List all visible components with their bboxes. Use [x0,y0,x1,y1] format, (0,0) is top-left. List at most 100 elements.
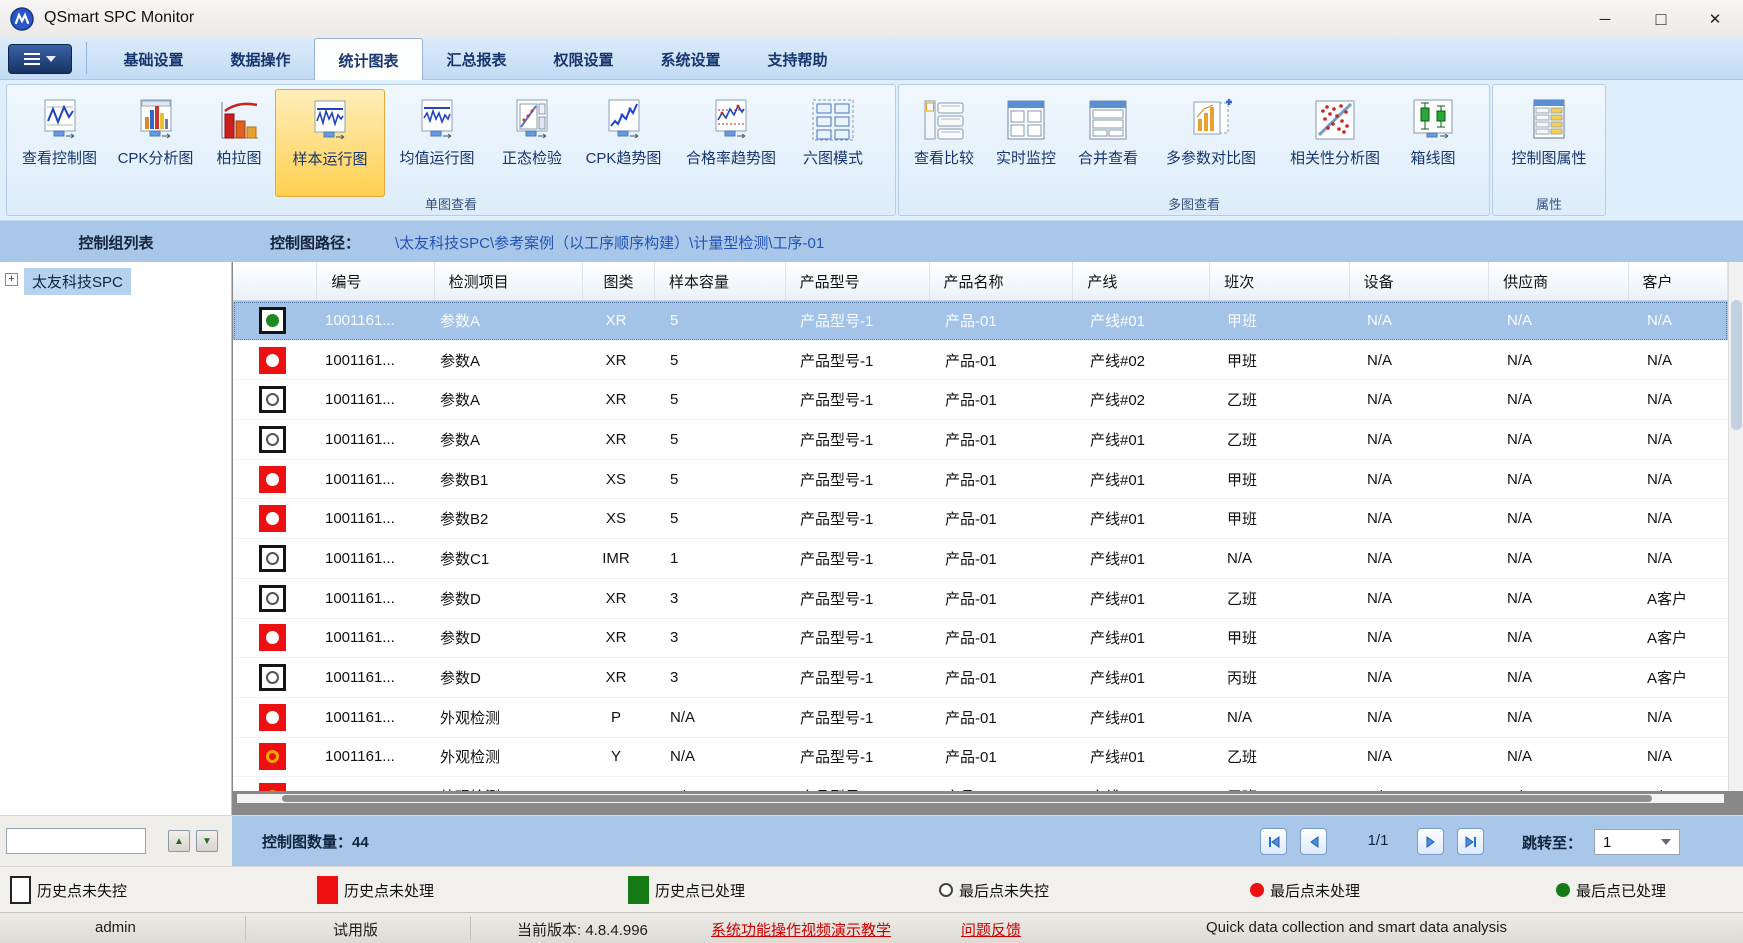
legend-item: 历史点未失控 [10,867,127,913]
column-header-1[interactable] [233,262,317,300]
tree-search-input[interactable] [6,828,146,854]
column-header-4[interactable]: 图类 [583,262,655,300]
status-dot [266,433,279,446]
column-header-9[interactable]: 班次 [1210,262,1349,300]
tree-item-root[interactable]: 太友科技SPC [24,268,131,295]
cpk-trend-icon [601,95,647,145]
tab-5[interactable]: 权限设置 [530,38,637,80]
tool-1-3[interactable]: 柏拉图 [203,89,275,195]
tool-2-2[interactable]: 实时监控 [985,89,1067,195]
tool-label: 柏拉图 [216,147,261,168]
column-header-7[interactable]: 产品名称 [930,262,1074,300]
table-row[interactable]: 1001161...外观检测PN/A产品型号-1产品-01产线#01N/AN/A… [233,698,1728,738]
legend-item: 最后点未失控 [939,867,1049,913]
tab-7[interactable]: 支持帮助 [744,38,851,80]
tab-2[interactable]: 数据操作 [207,38,314,80]
column-header-8[interactable]: 产线 [1073,262,1210,300]
window-title: QSmart SPC Monitor [44,9,194,27]
column-header-6[interactable]: 产品型号 [786,262,930,300]
column-header-3[interactable]: 检测项目 [435,262,583,300]
move-down-button[interactable]: ▼ [196,830,218,852]
close-button[interactable]: ✕ [1687,0,1743,38]
vertical-scrollbar-thumb[interactable] [1731,300,1742,430]
column-header-2[interactable]: 编号 [317,262,434,300]
horizontal-scrollbar-thumb[interactable] [282,795,1652,802]
cell-no: 1001161... [311,431,426,448]
status-white-hollow-icon [259,426,286,453]
tab-4[interactable]: 汇总报表 [423,38,530,80]
cell-line: 产线#01 [1076,548,1213,569]
cell-customer: N/A [1633,510,1728,527]
last-page-button[interactable] [1457,828,1484,855]
app-menu-button[interactable] [8,44,72,74]
next-page-button[interactable] [1417,828,1444,855]
status-white-hollow-icon [259,386,286,413]
cell-customer: N/A [1633,312,1728,329]
table-row[interactable]: 1001161...参数DXR3产品型号-1产品-01产线#01丙班N/AN/A… [233,658,1728,698]
table-row[interactable]: 1001161...参数C1IMR1产品型号-1产品-01产线#01N/AN/A… [233,539,1728,579]
table-row[interactable]: 1001161...参数AXR5产品型号-1产品-01产线#01乙班N/AN/A… [233,420,1728,460]
tool-label: 合并查看 [1078,147,1138,168]
tool-2-6[interactable]: 箱线图 [1397,89,1469,195]
tool-label: 均值运行图 [399,147,474,168]
table-row[interactable]: 1001161外观检测YN/A产品型号-1产品-01产线#01甲班N/AN/AN… [233,777,1728,791]
cell-supplier: N/A [1493,431,1633,448]
first-page-button[interactable] [1260,828,1287,855]
table-row[interactable]: 1001161...参数AXR5产品型号-1产品-01产线#02乙班N/AN/A… [233,380,1728,420]
horizontal-scrollbar[interactable] [237,794,1724,803]
cell-item: 外观检测 [426,707,576,728]
tool-1-5[interactable]: 均值运行图 [385,89,489,195]
table-header-row: 编号检测项目图类样本容量产品型号产品名称产线班次设备供应商客户 [233,262,1728,301]
maximize-button[interactable]: □ [1633,0,1689,38]
tool-2-4[interactable]: 多参数对比图 [1149,89,1273,195]
column-header-12[interactable]: 客户 [1629,262,1728,300]
tool-label: 查看比较 [914,147,974,168]
minimize-button[interactable]: ─ [1577,0,1633,38]
prev-page-button[interactable] [1300,828,1327,855]
table-row[interactable]: 1001161...参数DXR3产品型号-1产品-01产线#01甲班N/AN/A… [233,619,1728,659]
tool-1-7[interactable]: CPK趋势图 [575,89,672,195]
tool-1-6[interactable]: 正态检验 [489,89,575,195]
cell-line: 产线#02 [1076,389,1213,410]
tool-1-1[interactable]: 查看控制图 [11,89,108,195]
tool-1-9[interactable]: 六图模式 [790,89,876,195]
table-row[interactable]: 1001161...参数DXR3产品型号-1产品-01产线#01乙班N/AN/A… [233,579,1728,619]
cell-customer: N/A [1633,431,1728,448]
first-page-icon [1267,835,1281,849]
cell-size: N/A [656,709,786,726]
video-tutorial-link[interactable]: 系统功能操作视频演示教学 [711,919,891,940]
tool-label: 箱线图 [1410,147,1455,168]
jump-to-dropdown[interactable]: 1 [1594,829,1680,855]
tab-6[interactable]: 系统设置 [637,38,744,80]
table-row[interactable]: 1001161...参数AXR5产品型号-1产品-01产线#01甲班N/AN/A… [233,301,1728,341]
cell-shift: N/A [1213,709,1353,726]
table-row[interactable]: 1001161...参数B1XS5产品型号-1产品-01产线#01甲班N/AN/… [233,460,1728,500]
list-icon [24,53,40,65]
status-dot [266,711,279,724]
tool-2-5[interactable]: 相关性分析图 [1273,89,1397,195]
cell-product: 产品-01 [931,667,1076,688]
status-user: admin [95,919,136,936]
move-up-button[interactable]: ▲ [168,830,190,852]
tool-1-2[interactable]: CPK分析图 [108,89,203,195]
status-dot [266,790,279,791]
column-header-5[interactable]: 样本容量 [655,262,786,300]
tool-1-4[interactable]: 样本运行图 [275,89,385,197]
tree-expander-icon[interactable]: + [5,273,18,286]
tool-2-1[interactable]: 查看比较 [903,89,985,195]
table-row[interactable]: 1001161...参数AXR5产品型号-1产品-01产线#02甲班N/AN/A… [233,341,1728,381]
column-header-10[interactable]: 设备 [1350,262,1489,300]
column-header-11[interactable]: 供应商 [1489,262,1628,300]
status-white-hollow-icon [259,664,286,691]
feedback-link[interactable]: 问题反馈 [961,919,1021,940]
table-row[interactable]: 1001161...外观检测YN/A产品型号-1产品-01产线#01乙班N/AN… [233,738,1728,778]
tool-2-3[interactable]: 合并查看 [1067,89,1149,195]
tool-1-8[interactable]: 合格率趋势图 [672,89,790,195]
tab-3[interactable]: 统计图表 [314,38,423,81]
tab-1[interactable]: 基础设置 [100,38,207,80]
tool-3-1[interactable]: 控制图属性 [1497,89,1601,195]
cell-customer: N/A [1633,788,1728,791]
vertical-scrollbar[interactable] [1728,262,1743,791]
status-red-white-dot-icon [259,624,286,651]
table-row[interactable]: 1001161...参数B2XS5产品型号-1产品-01产线#01甲班N/AN/… [233,499,1728,539]
